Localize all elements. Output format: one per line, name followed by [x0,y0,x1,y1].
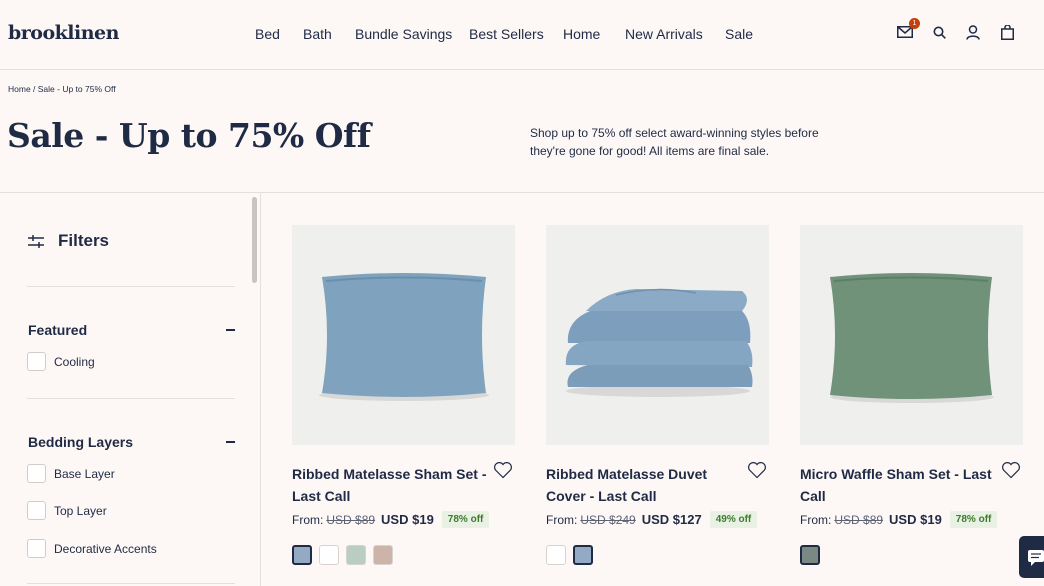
chat-widget-button[interactable] [1019,536,1044,578]
filters-toggle[interactable]: Filters [28,231,109,251]
nav-best-sellers[interactable]: Best Sellers [469,26,544,42]
color-swatch[interactable] [546,545,566,565]
sale-price: USD $19 [889,512,942,527]
product-price: From: USD $89 USD $19 78% off [800,511,998,528]
page-title: Sale - Up to 75% Off [7,116,371,155]
nav-bed[interactable]: Bed [255,26,280,42]
header-icons: 1 [896,18,1016,42]
sidebar-scrollbar[interactable] [250,195,258,586]
mail-icon[interactable]: 1 [896,18,920,42]
collapse-icon[interactable] [226,329,235,331]
filter-option-cooling[interactable]: Cooling [27,352,95,371]
filter-option-top-layer[interactable]: Top Layer [27,501,107,520]
filter-option-base-layer[interactable]: Base Layer [27,464,115,483]
sale-price: USD $127 [641,512,702,527]
divider [27,286,235,287]
price-from-label: From: [546,512,578,527]
product-image[interactable] [800,225,1023,445]
brand-logo[interactable]: brooklinen [8,22,119,44]
color-swatch[interactable] [292,545,312,565]
section-title-featured[interactable]: Featured [28,322,87,338]
original-price: USD $89 [326,512,376,527]
product-price: From: USD $249 USD $127 49% off [546,511,758,528]
page-description: Shop up to 75% off select award-winning … [530,126,819,158]
color-swatch[interactable] [346,545,366,565]
bag-icon[interactable] [998,22,1016,42]
original-price: USD $249 [580,512,636,527]
color-swatch[interactable] [800,545,820,565]
color-swatch[interactable] [373,545,393,565]
filter-sidebar [0,193,248,586]
site-header: brooklinen Bed Bath Bundle Savings Best … [0,0,1044,70]
product-card[interactable]: Ribbed Matelasse Duvet Cover - Last Call… [546,225,769,565]
product-image[interactable] [546,225,769,445]
search-icon[interactable] [930,22,948,42]
color-swatches [292,545,393,565]
wishlist-heart-icon[interactable] [747,461,767,484]
wishlist-heart-icon[interactable] [1001,461,1021,484]
nav-bundle-savings[interactable]: Bundle Savings [355,26,452,42]
divider [260,193,261,586]
product-name[interactable]: Micro Waffle Sham Set - Last Call [800,463,995,507]
color-swatch[interactable] [573,545,593,565]
breadcrumb[interactable]: Home / Sale - Up to 75% Off [8,84,116,94]
checkbox[interactable] [27,352,46,371]
mail-badge: 1 [909,18,920,29]
price-from-label: From: [800,512,832,527]
sliders-icon [28,234,44,248]
discount-badge: 78% off [949,511,998,528]
filter-option-label: Base Layer [54,466,115,481]
discount-badge: 78% off [441,511,490,528]
product-image[interactable] [292,225,515,445]
filter-option-decorative-accents[interactable]: Decorative Accents [27,539,157,558]
color-swatches [800,545,820,565]
filter-option-label: Top Layer [54,503,107,518]
product-card[interactable]: Micro Waffle Sham Set - Last Call From: … [800,225,1023,565]
section-title-bedding-layers[interactable]: Bedding Layers [28,434,133,450]
product-card[interactable]: Ribbed Matelasse Sham Set - Last Call Fr… [292,225,515,565]
product-name[interactable]: Ribbed Matelasse Sham Set - Last Call [292,463,487,507]
product-name[interactable]: Ribbed Matelasse Duvet Cover - Last Call [546,463,741,507]
checkbox[interactable] [27,539,46,558]
checkbox[interactable] [27,464,46,483]
price-from-label: From: [292,512,324,527]
divider [27,398,235,399]
nav-bath[interactable]: Bath [303,26,332,42]
original-price: USD $89 [834,512,884,527]
divider [27,583,235,584]
chat-icon [1028,550,1044,566]
color-swatches [546,545,593,565]
nav-home[interactable]: Home [563,26,600,42]
account-icon[interactable] [964,22,982,42]
sale-price: USD $19 [381,512,434,527]
filter-option-label: Decorative Accents [54,541,157,556]
filters-label: Filters [58,231,110,250]
collapse-icon[interactable] [226,441,235,443]
scroll-thumb[interactable] [252,197,257,283]
nav-new-arrivals[interactable]: New Arrivals [625,26,703,42]
filter-option-label: Cooling [54,354,95,369]
checkbox[interactable] [27,501,46,520]
color-swatch[interactable] [319,545,339,565]
product-price: From: USD $89 USD $19 78% off [292,511,490,528]
wishlist-heart-icon[interactable] [493,461,513,484]
nav-sale[interactable]: Sale [725,26,753,42]
discount-badge: 49% off [709,511,758,528]
